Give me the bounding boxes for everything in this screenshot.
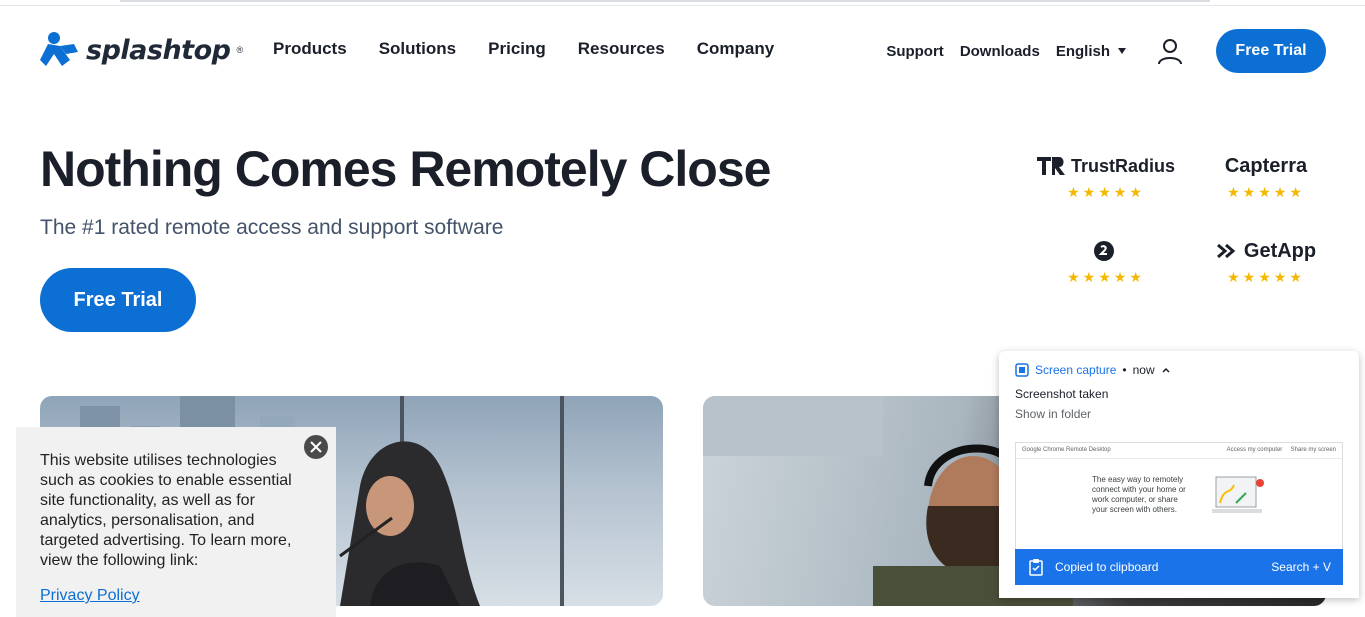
nav-products[interactable]: Products [273,39,347,59]
getapp-logo: GetApp [1196,237,1336,265]
cookie-text: This website utilises technologies such … [40,452,292,569]
search-v-shortcut: Search + V [1271,560,1331,574]
screenshot-notification[interactable]: Screen capture • now Screenshot taken Sh… [999,351,1359,598]
splashtop-logo[interactable]: splashtop ® [40,30,243,70]
thumbnail-illustration [1212,476,1264,513]
rating-name: Capterra [1224,154,1308,177]
user-account-icon[interactable] [1156,37,1184,65]
capterra-logo: Capterra [1196,152,1336,180]
nav-pricing[interactable]: Pricing [488,39,546,59]
rating-getapp[interactable]: GetApp ★★★★★ [1196,237,1336,286]
thumbnail-header: Google Chrome Remote Desktop Access my c… [1016,443,1342,459]
splashtop-logo-icon [40,32,78,66]
screen-capture-icon [1015,363,1029,377]
chevron-up-icon[interactable] [1161,366,1171,374]
logo-text: splashtop [86,34,231,66]
thumbnail-body-text: The easy way to remotely connect with yo… [1092,475,1186,514]
support-link[interactable]: Support [886,43,944,60]
separator-dot: • [1122,363,1127,377]
rating-stars: ★★★★★ [1227,269,1305,285]
rating-name: TrustRadius [1070,155,1176,176]
thumbnail-tab-share: Share my screen [1290,447,1336,453]
downloads-link[interactable]: Downloads [960,43,1040,60]
rating-g2[interactable]: ★★★★★ [1036,237,1176,286]
nav-company[interactable]: Company [697,39,774,59]
g2-logo [1036,237,1176,265]
main-nav: Products Solutions Pricing Resources Com… [273,39,774,59]
header-free-trial-button[interactable]: Free Trial [1216,29,1326,73]
thumbnail-app-title: Google Chrome Remote Desktop [1022,447,1111,453]
notification-time: now [1132,363,1155,377]
notification-footer[interactable]: Copied to clipboard Search + V [1015,549,1343,585]
notification-header: Screen capture • now [1015,361,1343,379]
notification-app-name: Screen capture [1035,363,1117,377]
trustradius-logo: TrustRadius [1036,152,1176,180]
site-header: splashtop ® Products Solutions Pricing Re… [0,7,1365,95]
getapp-icon [1216,243,1236,259]
close-x-glyph [310,441,322,453]
chevron-down-icon [1118,48,1126,54]
show-in-folder-link[interactable]: Show in folder [1015,407,1343,421]
browser-top-edge [0,0,1365,6]
rating-name: GetApp [1243,239,1317,262]
close-icon[interactable] [304,435,328,459]
rating-stars: ★★★★★ [1067,184,1145,200]
rating-capterra[interactable]: Capterra ★★★★★ [1196,152,1336,201]
thumbnail-tab-access: Access my computer [1226,447,1283,453]
rating-trustradius[interactable]: TrustRadius ★★★★★ [1036,152,1176,201]
hero-subtitle: The #1 rated remote access and support s… [40,216,504,239]
copied-group: Copied to clipboard [1027,558,1158,576]
trustradius-icon [1036,157,1065,175]
hero-title: Nothing Comes Remotely Close [40,141,771,197]
privacy-policy-link[interactable]: Privacy Policy [40,587,312,605]
copied-to-clipboard-text: Copied to clipboard [1055,560,1159,574]
clipboard-check-icon [1029,559,1043,576]
cookie-banner: This website utilises technologies such … [16,427,336,617]
language-label: English [1055,42,1110,60]
nav-resources[interactable]: Resources [578,39,665,59]
g2-icon [1094,241,1114,261]
logo-registered-mark: ® [236,45,244,55]
hero-free-trial-button[interactable]: Free Trial [40,268,196,332]
notification-title: Screenshot taken [1015,387,1109,401]
utility-nav: Support Downloads English Free Trial [886,29,1326,73]
rating-stars: ★★★★★ [1067,269,1145,285]
rating-stars: ★★★★★ [1227,184,1305,200]
language-selector[interactable]: English [1056,43,1126,60]
nav-solutions[interactable]: Solutions [379,39,456,59]
